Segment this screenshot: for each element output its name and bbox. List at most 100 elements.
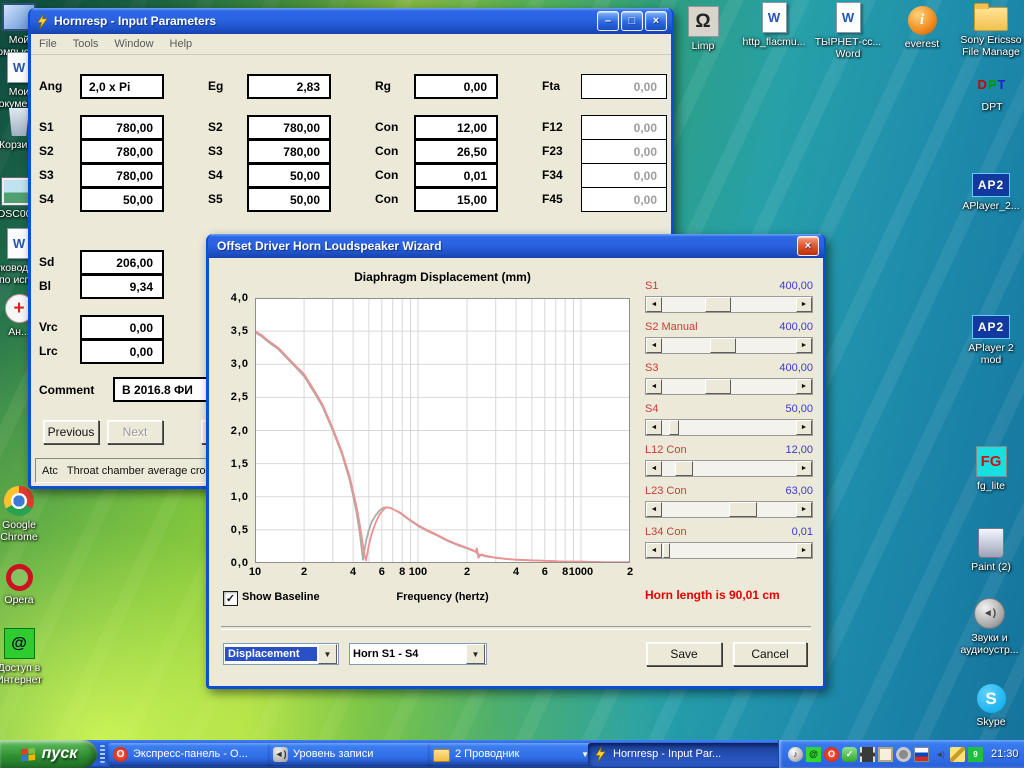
field-s4b[interactable]: 50,00 bbox=[247, 163, 331, 188]
next-button[interactable]: Next bbox=[107, 420, 163, 444]
slider-left-arrow[interactable]: ◄ bbox=[646, 338, 662, 353]
media-tray-icon[interactable]: ♪ bbox=[788, 747, 803, 762]
slider-right-arrow[interactable]: ► bbox=[796, 297, 812, 312]
field-con45[interactable]: 15,00 bbox=[414, 187, 498, 212]
slider-thumb[interactable] bbox=[663, 543, 670, 558]
slider-s3[interactable]: ◄ ► bbox=[645, 378, 813, 395]
slider-right-arrow[interactable]: ► bbox=[796, 461, 812, 476]
field-ang[interactable]: 2,0 x Pi bbox=[80, 74, 164, 99]
title-bar[interactable]: Hornresp - Input Parameters – □ × bbox=[30, 8, 672, 34]
desktop-icon-paint[interactable]: Paint (2) bbox=[958, 528, 1024, 573]
quick-launch-handle[interactable] bbox=[100, 745, 105, 763]
task-hornresp[interactable]: Hornresp - Input Par... bbox=[588, 743, 780, 765]
codec-tray-icon[interactable] bbox=[860, 747, 875, 762]
slider-thumb[interactable] bbox=[710, 338, 736, 353]
desktop-icon-opera[interactable]: Opera bbox=[0, 564, 54, 606]
save-button[interactable]: Save bbox=[646, 642, 722, 666]
slider-l34[interactable]: ◄ ► bbox=[645, 542, 813, 559]
desktop-icon-dpt[interactable]: DPT DPT bbox=[962, 70, 1022, 113]
slider-right-arrow[interactable]: ► bbox=[796, 338, 812, 353]
field-s2[interactable]: 780,00 bbox=[80, 139, 164, 164]
field-vrc[interactable]: 0,00 bbox=[80, 315, 164, 340]
slider-l23[interactable]: ◄ ► bbox=[645, 501, 813, 518]
wizard-title: Offset Driver Horn Loudspeaker Wizard bbox=[217, 239, 795, 253]
field-s1[interactable]: 780,00 bbox=[80, 115, 164, 140]
slider-left-arrow[interactable]: ◄ bbox=[646, 461, 662, 476]
cancel-button[interactable]: Cancel bbox=[733, 642, 807, 666]
meter-tray-icon[interactable]: 9 bbox=[968, 747, 983, 762]
field-s2b[interactable]: 780,00 bbox=[247, 115, 331, 140]
slider-left-arrow[interactable]: ◄ bbox=[646, 420, 662, 435]
chevron-down-icon[interactable]: ▼ bbox=[466, 644, 485, 664]
desktop-icon-google-chrome[interactable]: Google Chrome bbox=[0, 486, 54, 544]
slider-s2[interactable]: ◄ ► bbox=[645, 337, 813, 354]
close-button[interactable]: × bbox=[645, 11, 667, 31]
desktop-icon-limp[interactable]: Ω Limp bbox=[668, 6, 738, 52]
taskbar-clock[interactable]: 21:30 bbox=[991, 748, 1019, 760]
menu-window[interactable]: Window bbox=[114, 38, 153, 50]
desktop-icon-everest[interactable]: i everest bbox=[886, 6, 958, 50]
desktop-icon-aplayer2[interactable]: AP2 APlayer_2... bbox=[958, 168, 1024, 212]
task-express-panel[interactable]: O Экспресс-панель - O... bbox=[108, 743, 274, 765]
field-eg[interactable]: 2,83 bbox=[247, 74, 331, 99]
slider-thumb[interactable] bbox=[675, 461, 693, 476]
wizard-title-bar[interactable]: Offset Driver Horn Loudspeaker Wizard × bbox=[208, 234, 824, 258]
desktop-icon-fg-lite[interactable]: FG fg_lite bbox=[958, 446, 1024, 492]
desktop-icon-internet-access[interactable]: @ Доступ в Интернет bbox=[0, 628, 54, 687]
minimize-button[interactable]: – bbox=[597, 11, 619, 31]
desktop-icon-http-flacmu[interactable]: W http_flacmu... bbox=[738, 2, 810, 48]
slider-right-arrow[interactable]: ► bbox=[796, 502, 812, 517]
update-tray-icon[interactable] bbox=[896, 747, 911, 762]
slider-s1[interactable]: ◄ ► bbox=[645, 296, 813, 313]
volume-tray-icon[interactable]: ◄) bbox=[932, 747, 947, 762]
field-s3b[interactable]: 780,00 bbox=[247, 139, 331, 164]
field-sd[interactable]: 206,00 bbox=[80, 250, 164, 275]
slider-l12[interactable]: ◄ ► bbox=[645, 460, 813, 477]
field-lrc[interactable]: 0,00 bbox=[80, 339, 164, 364]
desktop-icon-skype[interactable]: S Skype bbox=[958, 684, 1024, 728]
chart-type-dropdown[interactable]: Displacement ▼ bbox=[223, 643, 339, 665]
desktop-icon-sony-ericsson[interactable]: Sony Ericsso File Manage bbox=[958, 0, 1024, 59]
task-record-level[interactable]: ◄) Уровень записи bbox=[268, 743, 434, 765]
app-tray-icon[interactable] bbox=[878, 747, 893, 762]
desktop-icon-sounds[interactable]: ◄) Звуки и аудиоустр... bbox=[955, 598, 1024, 657]
menu-tools[interactable]: Tools bbox=[73, 38, 99, 50]
menu-file[interactable]: File bbox=[39, 38, 57, 50]
antivirus-tray-icon[interactable]: ✓ bbox=[842, 747, 857, 762]
chevron-down-icon[interactable]: ▼ bbox=[318, 644, 337, 664]
slider-left-arrow[interactable]: ◄ bbox=[646, 543, 662, 558]
menu-help[interactable]: Help bbox=[170, 38, 193, 50]
slider-thumb[interactable] bbox=[705, 379, 731, 394]
slider-thumb[interactable] bbox=[729, 502, 757, 517]
field-s3[interactable]: 780,00 bbox=[80, 163, 164, 188]
opera-tray-icon[interactable]: O bbox=[824, 747, 839, 762]
slider-right-arrow[interactable]: ► bbox=[796, 420, 812, 435]
tweak-tray-icon[interactable] bbox=[950, 747, 965, 762]
wizard-close-button[interactable]: × bbox=[797, 236, 819, 256]
slider-thumb[interactable] bbox=[705, 297, 731, 312]
slider-s4[interactable]: ◄ ► bbox=[645, 419, 813, 436]
previous-button[interactable]: Previous bbox=[43, 420, 99, 444]
field-s5[interactable]: 50,00 bbox=[247, 187, 331, 212]
slider-thumb[interactable] bbox=[669, 420, 679, 435]
field-rg[interactable]: 0,00 bbox=[414, 74, 498, 99]
slider-left-arrow[interactable]: ◄ bbox=[646, 297, 662, 312]
field-s4[interactable]: 50,00 bbox=[80, 187, 164, 212]
field-con34[interactable]: 0,01 bbox=[414, 163, 498, 188]
desktop-icon-tyrnet-word[interactable]: W ТЫРНЕТ-сс... Word bbox=[812, 2, 884, 61]
slider-left-arrow[interactable]: ◄ bbox=[646, 379, 662, 394]
internet-tray-icon[interactable]: @ bbox=[806, 747, 821, 762]
start-button[interactable]: пуск bbox=[0, 740, 97, 768]
field-con23[interactable]: 26,50 bbox=[414, 139, 498, 164]
slider-right-arrow[interactable]: ► bbox=[796, 543, 812, 558]
slider-left-arrow[interactable]: ◄ bbox=[646, 502, 662, 517]
show-baseline-checkbox[interactable]: ✓ bbox=[223, 591, 238, 606]
desktop-icon-aplayer2-mod[interactable]: AP2 APlayer 2 mod bbox=[958, 310, 1024, 367]
horn-section-dropdown[interactable]: Horn S1 - S4 ▼ bbox=[349, 643, 487, 665]
task-explorer-group[interactable]: 2 Проводник ▼ bbox=[428, 743, 594, 765]
slider-right-arrow[interactable]: ► bbox=[796, 379, 812, 394]
field-con12[interactable]: 12,00 bbox=[414, 115, 498, 140]
language-indicator-icon[interactable] bbox=[914, 747, 929, 762]
maximize-button[interactable]: □ bbox=[621, 11, 643, 31]
field-bl[interactable]: 9,34 bbox=[80, 274, 164, 299]
